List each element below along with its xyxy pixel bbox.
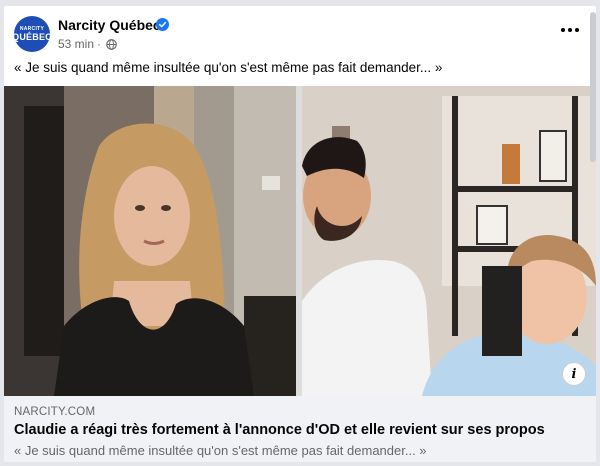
link-title[interactable]: Claudie a réagi très fortement à l'annon… — [14, 422, 545, 438]
post-meta: 53 min · — [58, 37, 117, 51]
verified-badge-icon — [156, 18, 169, 31]
photo-right — [302, 86, 596, 396]
globe-icon[interactable] — [106, 38, 117, 50]
info-icon[interactable]: i — [562, 362, 586, 386]
post-caption: « Je suis quand même insultée qu'on s'es… — [14, 60, 443, 75]
avatar-line2: QUÉBEC — [12, 31, 52, 42]
scrollbar-thumb[interactable] — [590, 12, 596, 162]
link-preview[interactable]: NARCITY.COM Claudie a réagi très forteme… — [4, 396, 596, 462]
link-description: « Je suis quand même insultée qu'on s'es… — [14, 443, 427, 458]
avatar-line1: NARCITY — [19, 25, 45, 32]
post-timestamp[interactable]: 53 min — [58, 37, 94, 51]
link-preview-image[interactable]: i — [4, 86, 596, 396]
facebook-post-card: NARCITY QUÉBEC Narcity Québec 53 min · «… — [4, 6, 596, 462]
meta-separator: · — [97, 37, 102, 51]
photo-left — [4, 86, 296, 396]
post-header: NARCITY QUÉBEC Narcity Québec 53 min · «… — [4, 6, 596, 88]
page-name-link[interactable]: Narcity Québec — [58, 17, 161, 33]
more-options-icon[interactable] — [558, 22, 582, 38]
page-avatar[interactable]: NARCITY QUÉBEC — [12, 16, 52, 52]
link-domain: NARCITY.COM — [14, 406, 96, 418]
